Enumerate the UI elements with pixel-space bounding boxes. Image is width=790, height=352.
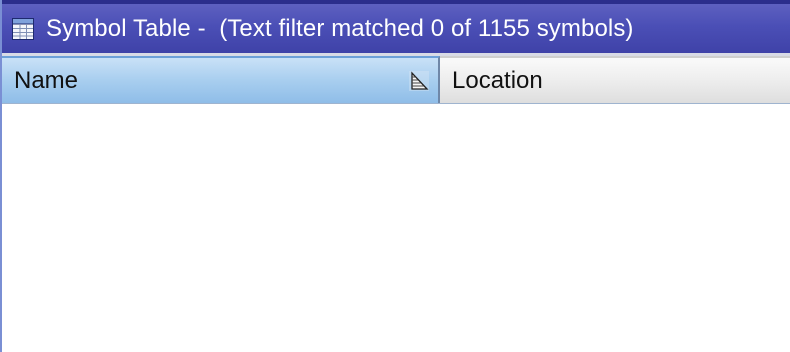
column-header-name-label: Name — [14, 66, 79, 94]
symbol-table-window: Symbol Table - (Text filter matched 0 of… — [0, 0, 790, 352]
window-title: Symbol Table - (Text filter matched 0 of… — [46, 15, 634, 42]
window-titlebar[interactable]: Symbol Table - (Text filter matched 0 of… — [2, 0, 790, 56]
sort-ascending-icon[interactable] — [408, 70, 430, 92]
table-header-row: Name Location — [2, 56, 790, 104]
column-header-location-label: Location — [452, 66, 543, 94]
column-header-location[interactable]: Location — [440, 56, 790, 103]
column-header-name[interactable]: Name — [2, 56, 440, 103]
symbol-table-body[interactable] — [2, 104, 790, 352]
table-icon — [12, 17, 34, 40]
